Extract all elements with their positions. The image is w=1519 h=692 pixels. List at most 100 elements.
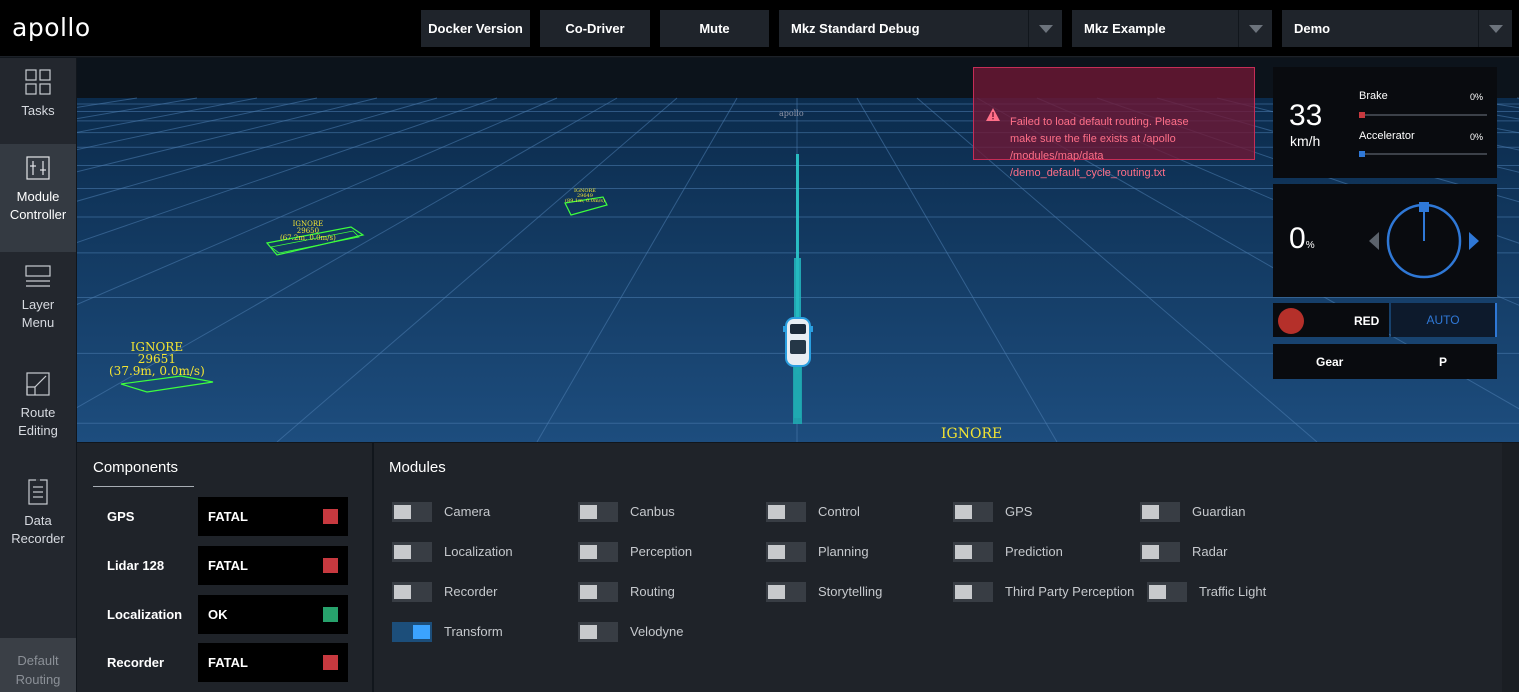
- component-status-text: FATAL: [208, 558, 248, 573]
- obstacle-label: IGNORE 29651 (37.9m, 0.0m/s): [109, 341, 205, 377]
- sidebar-item-label: Data Recorder: [11, 513, 65, 546]
- component-status: OK: [198, 595, 348, 634]
- warning-icon: [986, 108, 1000, 121]
- brake-percent: 0%: [1470, 92, 1484, 102]
- module-label: Perception: [630, 544, 693, 559]
- alert-message: Failed to load default routing. Please m…: [1010, 116, 1189, 179]
- steering-percent: 0%: [1289, 222, 1315, 256]
- module-toggle[interactable]: [1140, 542, 1180, 562]
- sliders-icon: [26, 156, 50, 180]
- sidebar-item-label: Tasks: [21, 103, 55, 118]
- grid-icon: [25, 69, 51, 95]
- speed-unit: km/h: [1290, 133, 1321, 149]
- gear-label: Gear: [1316, 355, 1344, 369]
- component-name: Recorder: [107, 655, 165, 670]
- chevron-down-icon[interactable]: [1238, 10, 1272, 47]
- obstacle-label: IGNORE 29650 (67.2m, 0.0m/s): [280, 221, 336, 242]
- component-status: FATAL: [198, 497, 348, 536]
- sidebar: Tasks Module Controller Layer Menu Route…: [0, 58, 76, 692]
- steering-panel: 0%: [1273, 184, 1497, 297]
- accelerator-bar-fill: [1359, 151, 1365, 157]
- module-toggle[interactable]: [953, 502, 993, 522]
- map-select[interactable]: Demo: [1282, 10, 1512, 47]
- module-toggle[interactable]: [578, 542, 618, 562]
- module-toggle[interactable]: [766, 542, 806, 562]
- module-toggle[interactable]: [578, 582, 618, 602]
- module-toggle[interactable]: [1140, 502, 1180, 522]
- module-toggle[interactable]: [1147, 582, 1187, 602]
- component-status: FATAL: [198, 546, 348, 585]
- steering-wheel-icon: [1369, 202, 1479, 279]
- module-toggle[interactable]: [392, 502, 432, 522]
- module-label: Localization: [444, 544, 513, 559]
- obstacle-distance: (37.9m, 0.0m/s): [109, 364, 205, 378]
- component-name: Localization: [107, 607, 183, 622]
- module-toggle[interactable]: [578, 502, 618, 522]
- sidebar-item-layer-menu[interactable]: Layer Menu: [0, 252, 76, 360]
- sidebar-item-module-controller[interactable]: Module Controller: [0, 144, 76, 252]
- status-ok-indicator: [323, 607, 338, 622]
- vehicle-select-value: Mkz Example: [1084, 21, 1166, 36]
- chevron-down-icon[interactable]: [1478, 10, 1512, 47]
- driving-mode-badge: AUTO: [1391, 303, 1497, 337]
- module-label: Velodyne: [630, 624, 684, 639]
- route-icon: [26, 372, 50, 396]
- default-routing-button[interactable]: Default Routing: [0, 638, 76, 692]
- traffic-light-state: RED: [1354, 314, 1380, 328]
- module-toggle[interactable]: [953, 582, 993, 602]
- component-row-localization: Localization OK: [77, 595, 372, 634]
- app-root: apollo Docker Version Co-Driver Mute Mkz…: [0, 0, 1519, 692]
- obstacle-distance: (89.1m, 0.0m/s): [565, 198, 605, 204]
- mute-button[interactable]: Mute: [660, 10, 769, 47]
- module-label: Transform: [444, 624, 503, 639]
- module-label: Guardian: [1192, 504, 1246, 519]
- component-row-gps: GPS FATAL: [77, 497, 372, 536]
- module-toggle[interactable]: [766, 502, 806, 522]
- gear-panel: Gear P: [1273, 344, 1497, 379]
- sidebar-item-route-editing[interactable]: Route Editing: [0, 360, 76, 468]
- mode-select-value: Mkz Standard Debug: [791, 21, 920, 36]
- module-label: Prediction: [1005, 544, 1063, 559]
- brake-label: Brake: [1359, 90, 1388, 102]
- scrollbar-track[interactable]: [1502, 443, 1519, 692]
- module-label: Routing: [630, 584, 675, 599]
- docker-version-button[interactable]: Docker Version: [421, 10, 530, 47]
- obstacle-label-bottom: IGNORE: [941, 426, 1003, 442]
- status-fatal-indicator: [323, 509, 338, 524]
- components-title: Components: [93, 459, 179, 476]
- sidebar-item-label: Route Editing: [18, 405, 58, 438]
- sidebar-item-data-recorder[interactable]: Data Recorder: [0, 468, 76, 576]
- mode-select[interactable]: Mkz Standard Debug: [779, 10, 1062, 47]
- far-label: apollo: [779, 109, 804, 118]
- status-fatal-indicator: [323, 558, 338, 573]
- module-label: Control: [818, 504, 860, 519]
- module-label: Radar: [1192, 544, 1228, 559]
- module-toggle[interactable]: [392, 582, 432, 602]
- module-label: Planning: [818, 544, 869, 559]
- component-status-text: FATAL: [208, 509, 248, 524]
- co-driver-button[interactable]: Co-Driver: [540, 10, 650, 47]
- brake-bar: [1359, 112, 1487, 118]
- sidebar-item-label: Module Controller: [9, 189, 67, 222]
- sidebar-item-label: Layer Menu: [21, 297, 55, 330]
- header-bar: apollo Docker Version Co-Driver Mute Mkz…: [0, 0, 1519, 57]
- chevron-down-icon[interactable]: [1028, 10, 1062, 47]
- steering-unit: %: [1305, 240, 1315, 251]
- module-label: GPS: [1005, 504, 1033, 519]
- module-toggle[interactable]: [392, 622, 432, 642]
- module-toggle[interactable]: [578, 622, 618, 642]
- traffic-light-indicator: RED: [1273, 303, 1389, 337]
- speed-panel: 33 km/h Brake 0% Accelerator 0%: [1273, 67, 1497, 178]
- module-toggle[interactable]: [766, 582, 806, 602]
- vehicle-select[interactable]: Mkz Example: [1072, 10, 1272, 47]
- accelerator-bar: [1359, 151, 1487, 157]
- module-toggle[interactable]: [392, 542, 432, 562]
- module-toggle[interactable]: [953, 542, 993, 562]
- apollo-logo: apollo: [12, 13, 91, 42]
- steering-value: 0: [1289, 222, 1306, 255]
- map-select-value: Demo: [1294, 21, 1331, 36]
- module-label: Third Party Perception: [1005, 584, 1135, 599]
- components-title-underline: [93, 486, 194, 487]
- module-label: Camera: [444, 504, 491, 519]
- component-name: Lidar 128: [107, 558, 165, 573]
